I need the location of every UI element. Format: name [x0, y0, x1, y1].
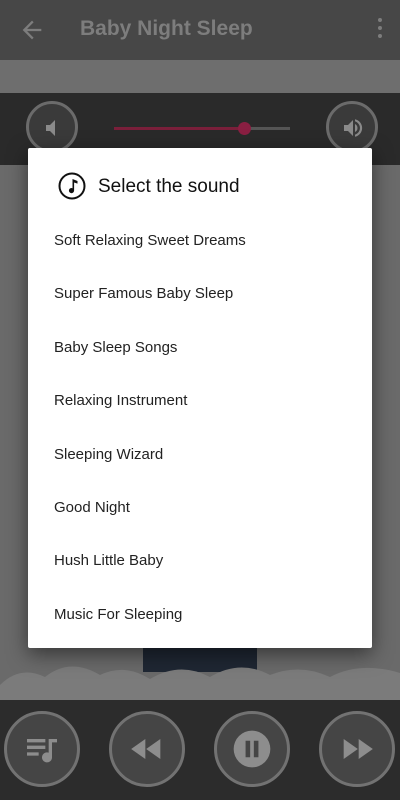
fast-forward-icon: [343, 739, 373, 759]
volume-slider-thumb[interactable]: [238, 122, 252, 135]
app-title: Baby Night Sleep: [80, 17, 253, 40]
sound-option[interactable]: Super Famous Baby Sleep: [28, 267, 372, 320]
more-vert-icon[interactable]: [376, 18, 384, 42]
music-note-icon: [58, 172, 86, 200]
volume-slider[interactable]: [114, 122, 290, 135]
app-bar: Baby Night Sleep: [0, 0, 400, 60]
volume-up-icon: [344, 119, 363, 137]
volume-up-button[interactable]: [326, 101, 378, 153]
pause-icon: [233, 730, 271, 768]
rewind-icon: [131, 739, 161, 759]
volume-down-button[interactable]: [26, 101, 78, 153]
header-strip: [0, 60, 400, 93]
dialog-title: Select the sound: [98, 176, 240, 197]
volume-slider-fill: [114, 127, 245, 130]
sound-option[interactable]: Relaxing Instrument: [28, 374, 372, 427]
sound-option[interactable]: Hush Little Baby: [28, 534, 372, 587]
pause-button[interactable]: [214, 711, 290, 787]
fast-forward-button[interactable]: [319, 711, 395, 787]
playback-controls: [0, 700, 400, 800]
clouds-decoration: [0, 666, 400, 700]
sound-option[interactable]: Good Night: [28, 481, 372, 534]
volume-down-icon: [46, 120, 55, 136]
sound-option[interactable]: Baby Sleep Songs: [28, 321, 372, 374]
playlist-icon: [27, 739, 57, 763]
sound-option[interactable]: Music For Sleeping: [28, 588, 372, 641]
playlist-button[interactable]: [4, 711, 80, 787]
sound-option[interactable]: Soft Relaxing Sweet Dreams: [28, 214, 372, 267]
sound-options-list: Soft Relaxing Sweet Dreams Super Famous …: [28, 214, 372, 641]
select-sound-dialog: Select the sound Soft Relaxing Sweet Dre…: [28, 148, 372, 648]
sound-option[interactable]: Sleeping Wizard: [28, 428, 372, 481]
arrow-left-icon[interactable]: [18, 16, 46, 44]
rewind-button[interactable]: [109, 711, 185, 787]
